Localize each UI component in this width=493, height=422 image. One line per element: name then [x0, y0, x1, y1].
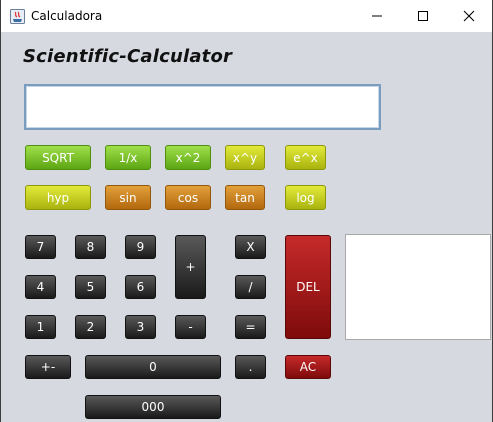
reciprocal-button[interactable]: 1/x [105, 145, 151, 170]
digit-0-button[interactable]: 0 [85, 355, 221, 379]
calculator-window: Calculadora Scientific-Calculator SQRT 1… [0, 0, 493, 422]
calculator-heading: Scientific-Calculator [23, 46, 233, 67]
cos-button[interactable]: cos [165, 185, 211, 210]
equals-button[interactable]: = [235, 315, 266, 339]
window-title: Calculadora [31, 9, 103, 23]
history-panel [345, 234, 491, 340]
digit-9-button[interactable]: 9 [125, 235, 156, 259]
title-bar[interactable]: Calculadora [1, 0, 492, 32]
triple-zero-button[interactable]: 000 [85, 395, 221, 419]
digit-6-button[interactable]: 6 [125, 275, 156, 299]
exp-button[interactable]: e^x [285, 145, 326, 170]
sqrt-button[interactable]: SQRT [25, 145, 91, 170]
log-button[interactable]: log [285, 185, 326, 210]
sign-toggle-button[interactable]: +- [25, 355, 71, 379]
maximize-button[interactable] [400, 0, 446, 32]
tan-button[interactable]: tan [225, 185, 265, 210]
square-button[interactable]: x^2 [165, 145, 211, 170]
java-app-icon [10, 9, 25, 24]
close-button[interactable] [446, 0, 492, 32]
digit-5-button[interactable]: 5 [75, 275, 106, 299]
sin-button[interactable]: sin [105, 185, 151, 210]
multiply-button[interactable]: X [235, 235, 266, 259]
power-button[interactable]: x^y [225, 145, 265, 170]
digit-4-button[interactable]: 4 [25, 275, 56, 299]
all-clear-button[interactable]: AC [285, 355, 331, 379]
minimize-button[interactable] [354, 0, 400, 32]
divide-button[interactable]: / [235, 275, 266, 299]
digit-7-button[interactable]: 7 [25, 235, 56, 259]
minimize-icon [372, 15, 382, 17]
maximize-icon [418, 11, 428, 21]
digit-1-button[interactable]: 1 [25, 315, 56, 339]
digit-2-button[interactable]: 2 [75, 315, 106, 339]
digit-8-button[interactable]: 8 [75, 235, 106, 259]
digit-3-button[interactable]: 3 [125, 315, 156, 339]
close-icon [463, 10, 475, 22]
delete-button[interactable]: DEL [285, 235, 331, 339]
decimal-button[interactable]: . [235, 355, 266, 379]
calculator-display[interactable] [24, 84, 381, 130]
plus-button[interactable]: + [175, 235, 206, 299]
minus-button[interactable]: - [175, 315, 206, 339]
hyp-button[interactable]: hyp [25, 185, 91, 210]
